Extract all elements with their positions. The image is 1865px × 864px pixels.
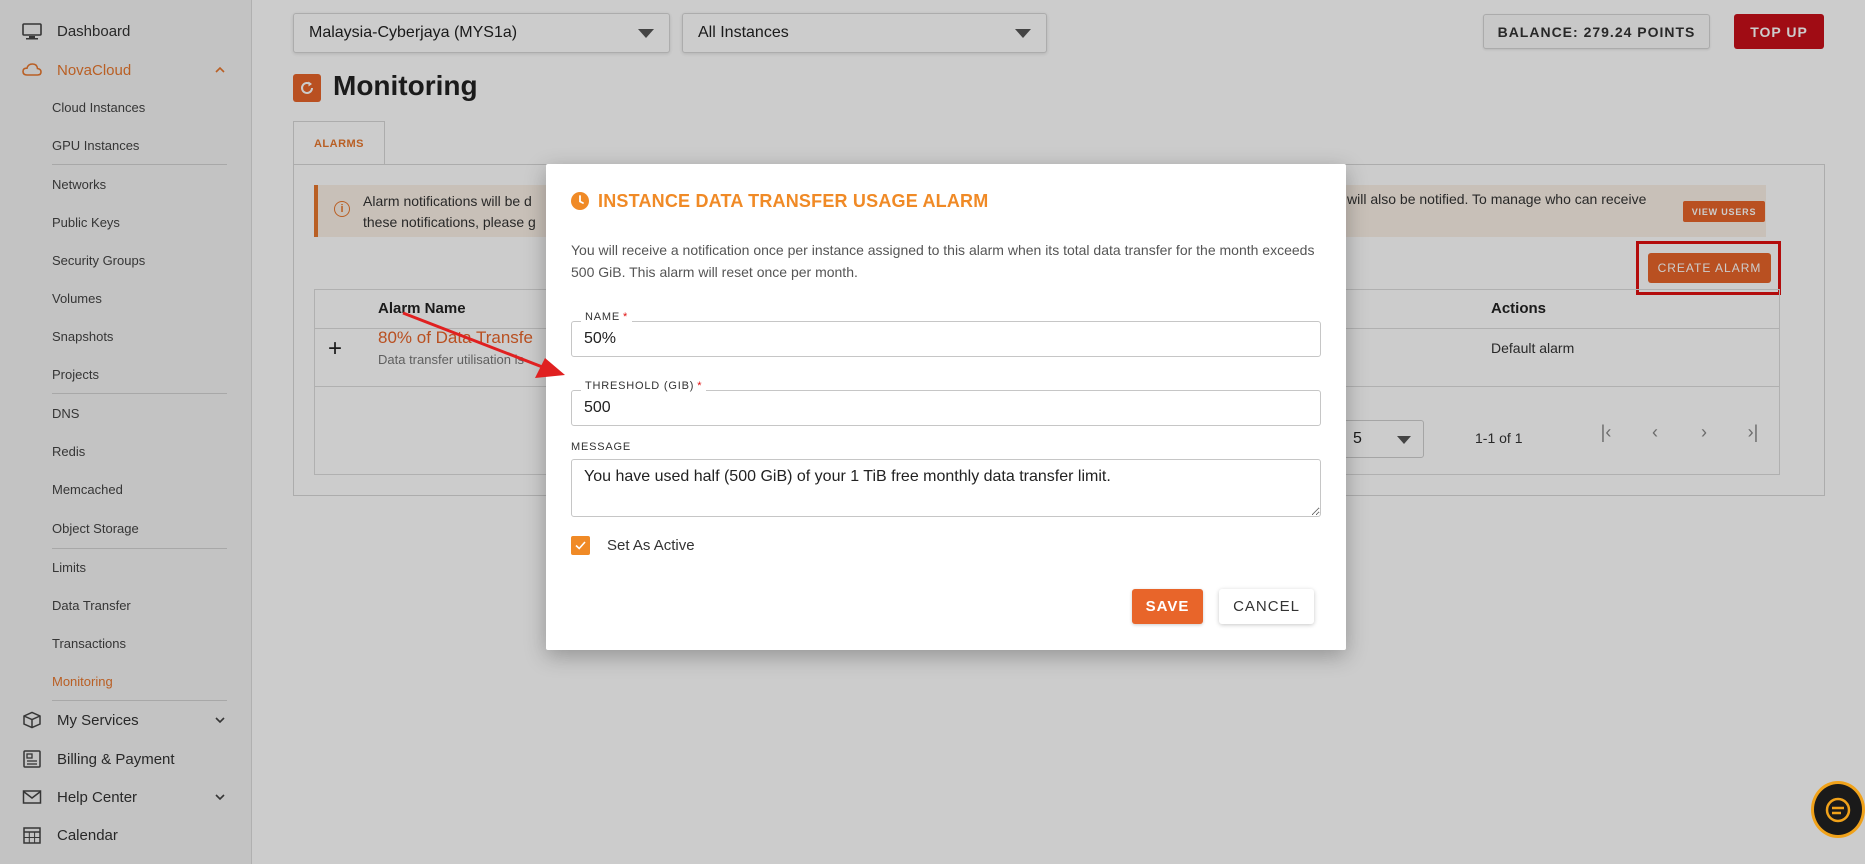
cancel-button[interactable]: CANCEL	[1219, 589, 1314, 624]
alarm-dialog: INSTANCE DATA TRANSFER USAGE ALARM You w…	[546, 164, 1346, 650]
required-marker: *	[622, 311, 629, 323]
name-input[interactable]	[571, 321, 1321, 357]
threshold-label: THRESHOLD (GIB) *	[581, 380, 707, 392]
threshold-label-text: THRESHOLD (GIB)	[585, 380, 695, 392]
check-icon	[575, 541, 586, 550]
chat-icon	[1825, 797, 1851, 822]
save-button[interactable]: SAVE	[1132, 589, 1203, 624]
set-active-checkbox[interactable]	[571, 536, 590, 555]
threshold-input[interactable]	[571, 390, 1321, 426]
name-label-text: NAME	[585, 311, 620, 323]
chat-button[interactable]	[1811, 781, 1865, 838]
required-marker: *	[697, 380, 703, 392]
clock-icon	[571, 192, 589, 210]
name-label: NAME *	[581, 311, 633, 323]
dialog-title: INSTANCE DATA TRANSFER USAGE ALARM	[598, 191, 989, 211]
dialog-description: You will receive a notification once per…	[571, 242, 1315, 280]
message-label: MESSAGE	[571, 441, 632, 453]
message-textarea[interactable]: You have used half (500 GiB) of your 1 T…	[571, 459, 1321, 517]
set-active-label[interactable]: Set As Active	[607, 537, 695, 554]
